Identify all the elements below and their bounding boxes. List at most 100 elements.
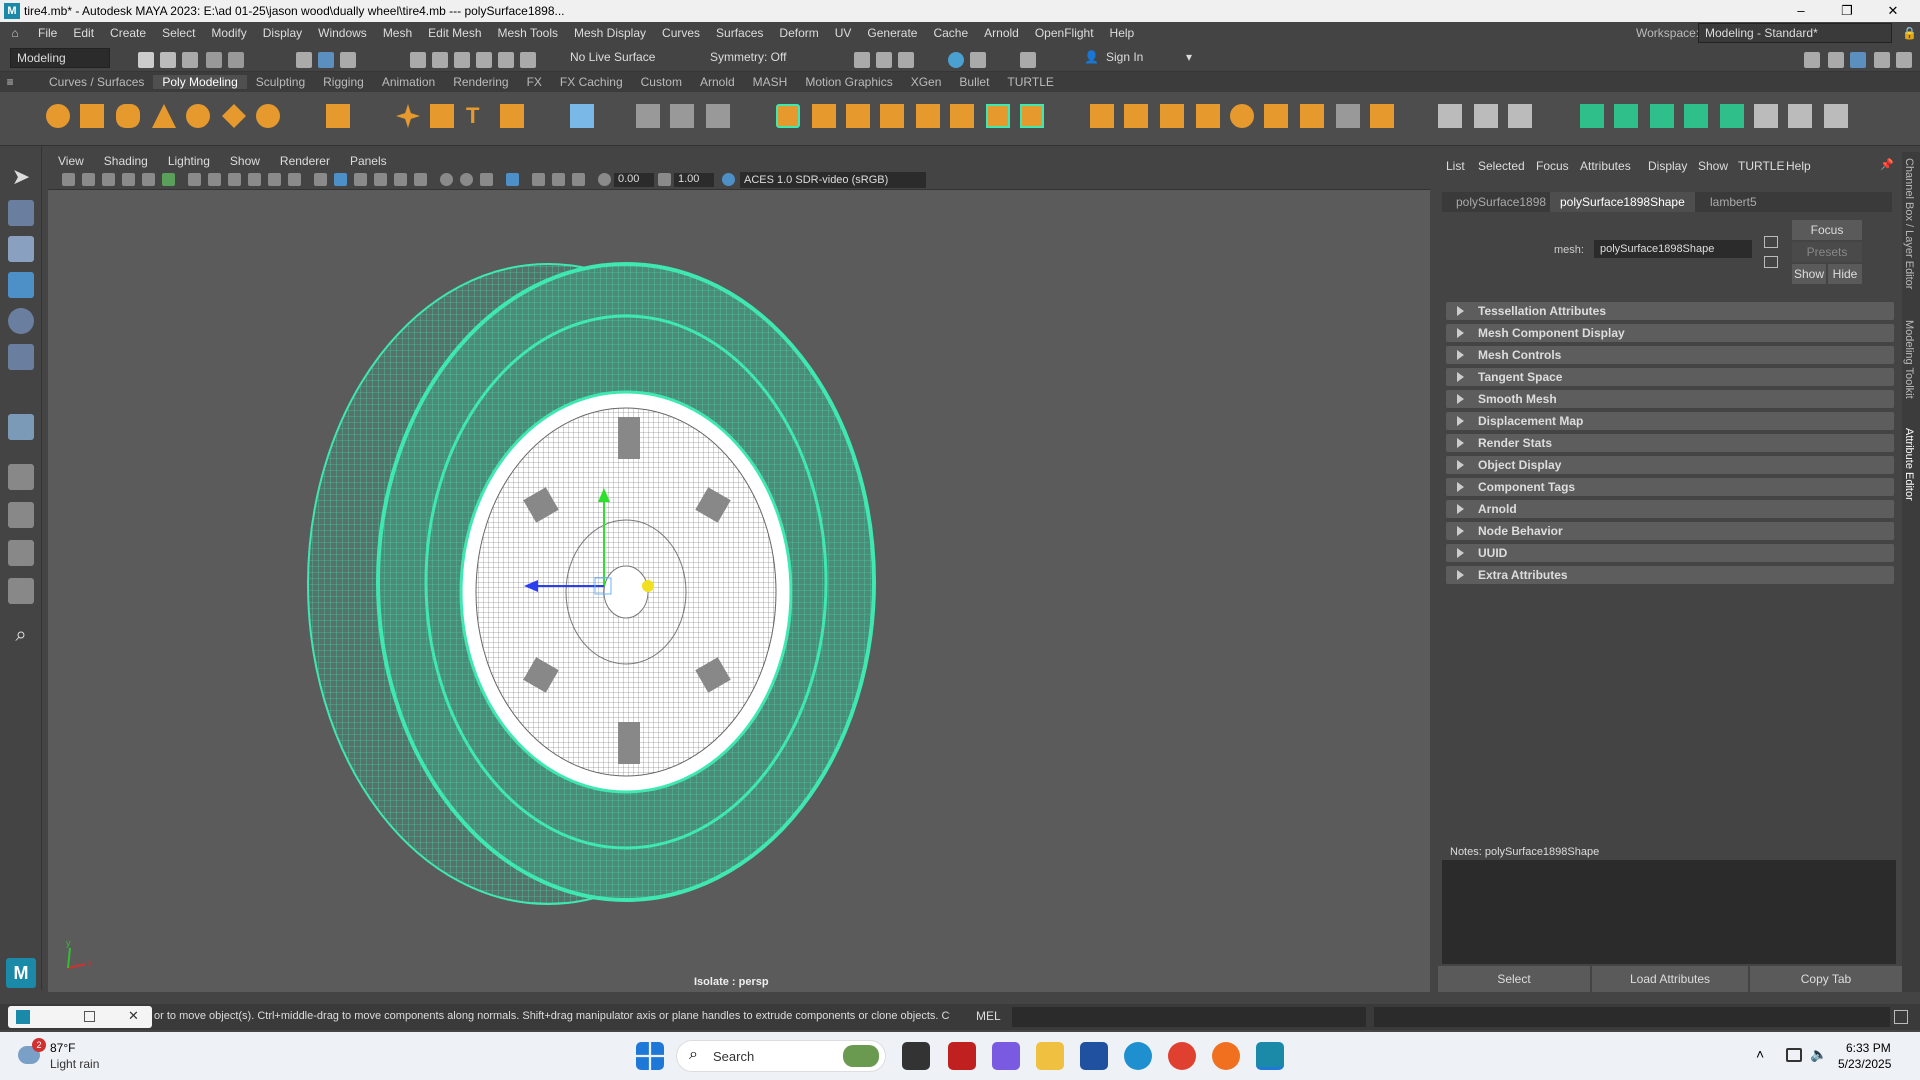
- section-smooth-mesh[interactable]: Smooth Mesh: [1446, 390, 1894, 408]
- section-tessellation-attributes[interactable]: Tessellation Attributes: [1446, 302, 1894, 320]
- section-uuid[interactable]: UUID: [1446, 544, 1894, 562]
- resolution-gate-icon[interactable]: [228, 173, 241, 186]
- mel-label[interactable]: MEL: [976, 1009, 1001, 1023]
- insert-edge-loop-icon[interactable]: [1230, 104, 1254, 128]
- live-surface-field[interactable]: No Live Surface: [564, 48, 664, 68]
- weather-description[interactable]: Light rain: [50, 1057, 99, 1071]
- section-render-stats[interactable]: Render Stats: [1446, 434, 1894, 452]
- select-button[interactable]: Select: [1438, 966, 1590, 992]
- grease-pencil-icon[interactable]: [162, 173, 175, 186]
- weather-temperature[interactable]: 87°F: [50, 1041, 75, 1055]
- edge-icon[interactable]: [1124, 1042, 1152, 1070]
- separate-icon[interactable]: [636, 104, 660, 128]
- exposure-field[interactable]: 0.00: [614, 173, 654, 187]
- new-scene-icon[interactable]: [138, 52, 154, 68]
- snap-point-icon[interactable]: [454, 52, 470, 68]
- poly-disc-icon[interactable]: [256, 104, 280, 128]
- slide-edge-icon[interactable]: [1300, 104, 1324, 128]
- home-icon[interactable]: ⌂: [0, 26, 30, 40]
- extract-icon[interactable]: [812, 104, 836, 128]
- smooth-icon[interactable]: [670, 104, 694, 128]
- viewport-menu-shading[interactable]: Shading: [94, 154, 158, 168]
- section-mesh-controls[interactable]: Mesh Controls: [1446, 346, 1894, 364]
- go-to-output-icon[interactable]: [1764, 256, 1778, 268]
- shelf-menu-icon[interactable]: ≡: [0, 75, 40, 89]
- select-camera-icon[interactable]: [62, 173, 75, 186]
- menu-help[interactable]: Help: [1102, 26, 1143, 40]
- ae-menu-show[interactable]: Show: [1698, 156, 1728, 176]
- pin-icon[interactable]: 📌: [1880, 158, 1894, 171]
- ae-menu-display[interactable]: Display: [1648, 156, 1687, 176]
- close-icon[interactable]: ✕: [128, 1008, 139, 1024]
- ae-menu-help[interactable]: Help: [1786, 156, 1811, 176]
- colorspace-dropdown[interactable]: ACES 1.0 SDR-video (sRGB): [740, 172, 926, 188]
- acrobat-icon[interactable]: [948, 1042, 976, 1070]
- unfold-uv-icon[interactable]: [1720, 104, 1744, 128]
- paint-select-tool-icon[interactable]: [8, 236, 34, 262]
- menu-openflight[interactable]: OpenFlight: [1027, 26, 1102, 40]
- shadows-icon[interactable]: [414, 173, 427, 186]
- modeling-toolkit-icon[interactable]: [1804, 52, 1820, 68]
- viewport-panel[interactable]: x y Isolate : persp: [48, 152, 1430, 992]
- copilot-icon[interactable]: [992, 1042, 1020, 1070]
- xray-icon[interactable]: [532, 173, 545, 186]
- taskbar-search[interactable]: ⌕ Search: [676, 1040, 886, 1072]
- poly-cube-icon[interactable]: [80, 104, 104, 128]
- sew-uv-icon[interactable]: [1824, 104, 1848, 128]
- shelf-tab-fx-caching[interactable]: FX Caching: [551, 75, 632, 89]
- ambient-occlusion-icon[interactable]: [440, 173, 453, 186]
- shelf-tab-bullet[interactable]: Bullet: [950, 75, 998, 89]
- connect-icon[interactable]: [1370, 104, 1394, 128]
- tire-wireframe[interactable]: [307, 262, 876, 905]
- chevron-down-icon[interactable]: ▾: [1186, 50, 1192, 64]
- type-tool-icon[interactable]: T: [466, 104, 490, 128]
- checker-map-icon[interactable]: [1754, 104, 1778, 128]
- ae-menu-turtle[interactable]: TURTLE: [1738, 156, 1784, 176]
- textured-icon[interactable]: [374, 173, 387, 186]
- tool-settings-icon[interactable]: [1874, 52, 1890, 68]
- ae-menu-selected[interactable]: Selected: [1478, 156, 1525, 176]
- multi-cut-icon[interactable]: [1196, 104, 1220, 128]
- menu-mesh-display[interactable]: Mesh Display: [566, 26, 654, 40]
- bookmark-icon[interactable]: [102, 173, 115, 186]
- gamma-field[interactable]: 1.00: [674, 173, 714, 187]
- file-explorer-icon[interactable]: [1036, 1042, 1064, 1070]
- move-tool-icon[interactable]: [8, 272, 34, 298]
- shelf-tab-poly-modeling[interactable]: Poly Modeling: [153, 75, 247, 89]
- depth-of-field-icon[interactable]: [480, 173, 493, 186]
- select-components-icon[interactable]: [340, 52, 356, 68]
- grid-icon[interactable]: [188, 173, 201, 186]
- menu-surfaces[interactable]: Surfaces: [708, 26, 771, 40]
- store-icon[interactable]: [1080, 1042, 1108, 1070]
- viewport-menu-view[interactable]: View: [48, 154, 94, 168]
- copy-tab-button[interactable]: Copy Tab: [1750, 966, 1902, 992]
- camera-attributes-icon[interactable]: [82, 173, 95, 186]
- exposure-icon[interactable]: [598, 173, 611, 186]
- menu-create[interactable]: Create: [102, 26, 154, 40]
- delete-history-icon[interactable]: [1160, 104, 1184, 128]
- workspace-dropdown[interactable]: Modeling - Standard*: [1698, 23, 1892, 43]
- menu-deform[interactable]: Deform: [771, 26, 826, 40]
- anti-aliasing-icon[interactable]: [460, 173, 473, 186]
- node-tab-material[interactable]: lambert5: [1702, 192, 1765, 212]
- render-view-icon[interactable]: [854, 52, 870, 68]
- field-chart-icon[interactable]: [268, 173, 281, 186]
- uv-layout-icon[interactable]: [1508, 104, 1532, 128]
- rotate-tool-icon[interactable]: [8, 308, 34, 334]
- viewport-menu-lighting[interactable]: Lighting: [158, 154, 220, 168]
- display-icon[interactable]: [1786, 1048, 1802, 1062]
- menu-edit[interactable]: Edit: [65, 26, 102, 40]
- platonic-solid-icon[interactable]: [326, 104, 350, 128]
- menu-arnold[interactable]: Arnold: [976, 26, 1027, 40]
- select-objects-icon[interactable]: [318, 52, 334, 68]
- wireframe-shading-icon[interactable]: [314, 173, 327, 186]
- notes-textarea[interactable]: [1442, 860, 1896, 964]
- mirror-icon[interactable]: [776, 104, 800, 128]
- snap-vertex-icon[interactable]: [520, 52, 536, 68]
- symmetry-dropdown[interactable]: Symmetry: Off: [704, 48, 804, 68]
- chevron-up-icon[interactable]: ˄: [1756, 1046, 1764, 1062]
- xray-components-icon[interactable]: [572, 173, 585, 186]
- extrude-icon[interactable]: [880, 104, 904, 128]
- volume-icon[interactable]: 🔈: [1810, 1046, 1827, 1063]
- user-icon[interactable]: 👤: [1084, 50, 1099, 64]
